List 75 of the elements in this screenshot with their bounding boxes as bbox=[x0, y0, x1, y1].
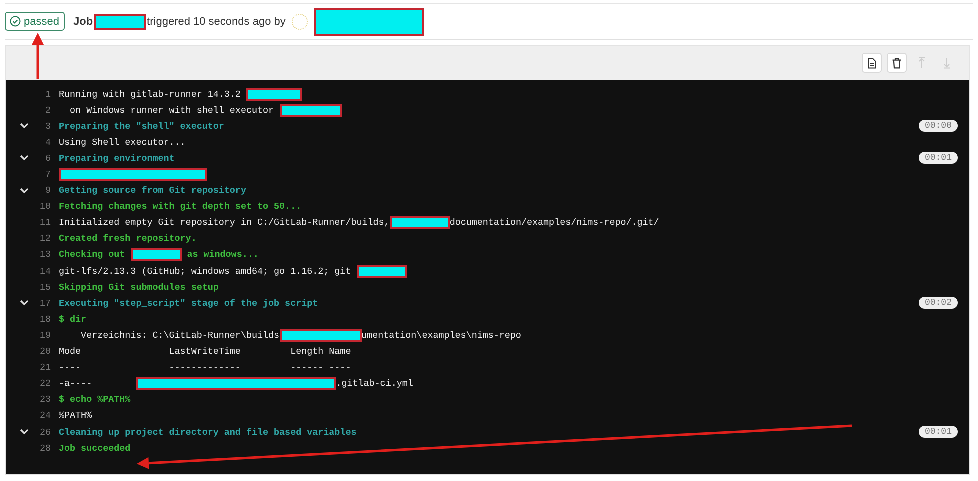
line-number: 12 bbox=[38, 233, 51, 244]
line-number: 28 bbox=[38, 442, 51, 454]
duration-badge: 00:01 bbox=[918, 426, 958, 438]
annotation-arrow bbox=[32, 33, 44, 79]
redaction-box bbox=[94, 14, 146, 30]
log-text: Executing "step_script" stage of the job script bbox=[59, 298, 318, 309]
log-text: Checking out bbox=[59, 249, 126, 260]
log-text: umentation\examples\nims-repo bbox=[362, 330, 522, 341]
line-number: 26 bbox=[38, 426, 51, 438]
log-text: $ dir bbox=[59, 314, 87, 325]
line-number: 3 bbox=[44, 120, 51, 132]
redaction-box bbox=[356, 264, 407, 278]
line-number: 7 bbox=[44, 169, 51, 180]
log-text: Initialized empty Git repository in C:/GitLab-Runner/builds, bbox=[59, 217, 390, 228]
log-text: Using Shell executor... bbox=[59, 136, 186, 148]
chevron-icon[interactable] bbox=[20, 123, 29, 130]
log-text: $ echo %PATH% bbox=[59, 394, 131, 406]
log-text: Job succeeded bbox=[59, 442, 131, 454]
line-number: 21 bbox=[38, 362, 51, 374]
log-text: Getting source from Git repository bbox=[59, 185, 246, 196]
arrow-up-icon bbox=[918, 57, 926, 69]
chevron-icon[interactable] bbox=[20, 300, 29, 306]
line-number: 6 bbox=[44, 152, 51, 164]
line-number: 17 bbox=[38, 298, 51, 309]
duration-badge: 00:02 bbox=[918, 297, 958, 310]
line-number: 24 bbox=[38, 410, 51, 422]
log-text: -a---- bbox=[59, 378, 94, 390]
log-text: .gitlab-ci.yml bbox=[336, 378, 414, 390]
line-number: 13 bbox=[38, 249, 51, 260]
line-number: 4 bbox=[44, 136, 51, 148]
line-number: 20 bbox=[38, 346, 51, 358]
redaction-box bbox=[246, 88, 302, 101]
job-label: Job bbox=[73, 16, 94, 28]
redaction-box bbox=[280, 104, 342, 117]
log-text: Preparing the "shell" executor bbox=[59, 120, 224, 132]
trigger-text: triggered 10 seconds ago by bbox=[147, 16, 286, 28]
raw-log-button[interactable] bbox=[862, 53, 882, 73]
log-text: Preparing environment bbox=[59, 152, 175, 164]
log-text: git-lfs/2.13.3 (GitHub; windows amd64; go 1.16.2; git bbox=[59, 266, 352, 277]
chevron-icon[interactable] bbox=[20, 155, 29, 162]
log-text: Mode LastWriteTime Length Name bbox=[59, 346, 352, 358]
arrow-down-icon bbox=[943, 57, 951, 69]
erase-log-button[interactable] bbox=[887, 53, 907, 73]
log-text: %PATH% bbox=[59, 410, 92, 422]
line-number: 14 bbox=[38, 266, 51, 277]
chevron-icon[interactable] bbox=[20, 188, 29, 194]
status-badge[interactable]: passed bbox=[5, 12, 66, 31]
log-text: as windows... bbox=[186, 249, 259, 260]
line-number: 18 bbox=[38, 314, 51, 325]
duration-badge: 00:01 bbox=[918, 152, 958, 164]
line-number: 1 bbox=[44, 88, 51, 100]
log-text: Verzeichnis: C:\GitLab-Runner\builds bbox=[80, 330, 280, 341]
chevron-icon[interactable] bbox=[20, 429, 29, 436]
log-text: Cleaning up project directory and file based variables bbox=[59, 426, 357, 438]
line-number: 2 bbox=[44, 104, 51, 116]
log-text: on Windows runner with shell executor bbox=[69, 104, 276, 116]
line-number: 10 bbox=[38, 201, 51, 212]
line-number: 22 bbox=[38, 378, 51, 390]
trash-icon bbox=[892, 58, 902, 68]
document-icon bbox=[867, 58, 877, 68]
duration-badge: 00:00 bbox=[918, 120, 958, 132]
log-text: Skipping Git submodules setup bbox=[59, 282, 219, 293]
redaction-box bbox=[130, 248, 182, 262]
log-text: ---- ------------- ------ ---- bbox=[59, 362, 352, 374]
log-text: Running with gitlab-runner 14.3.2 bbox=[59, 88, 242, 100]
avatar-icon bbox=[292, 14, 308, 30]
log-text: documentation/examples/nims-repo/.git/ bbox=[450, 217, 660, 228]
line-number: 11 bbox=[38, 217, 51, 228]
line-number: 23 bbox=[38, 394, 51, 406]
log-text: Fetching changes with git depth set to 50... bbox=[59, 201, 302, 212]
log-text: Created fresh repository. bbox=[59, 233, 197, 244]
redaction-box bbox=[390, 216, 450, 230]
line-number: 19 bbox=[38, 330, 51, 341]
line-number: 15 bbox=[38, 282, 51, 293]
line-number: 9 bbox=[44, 185, 51, 196]
